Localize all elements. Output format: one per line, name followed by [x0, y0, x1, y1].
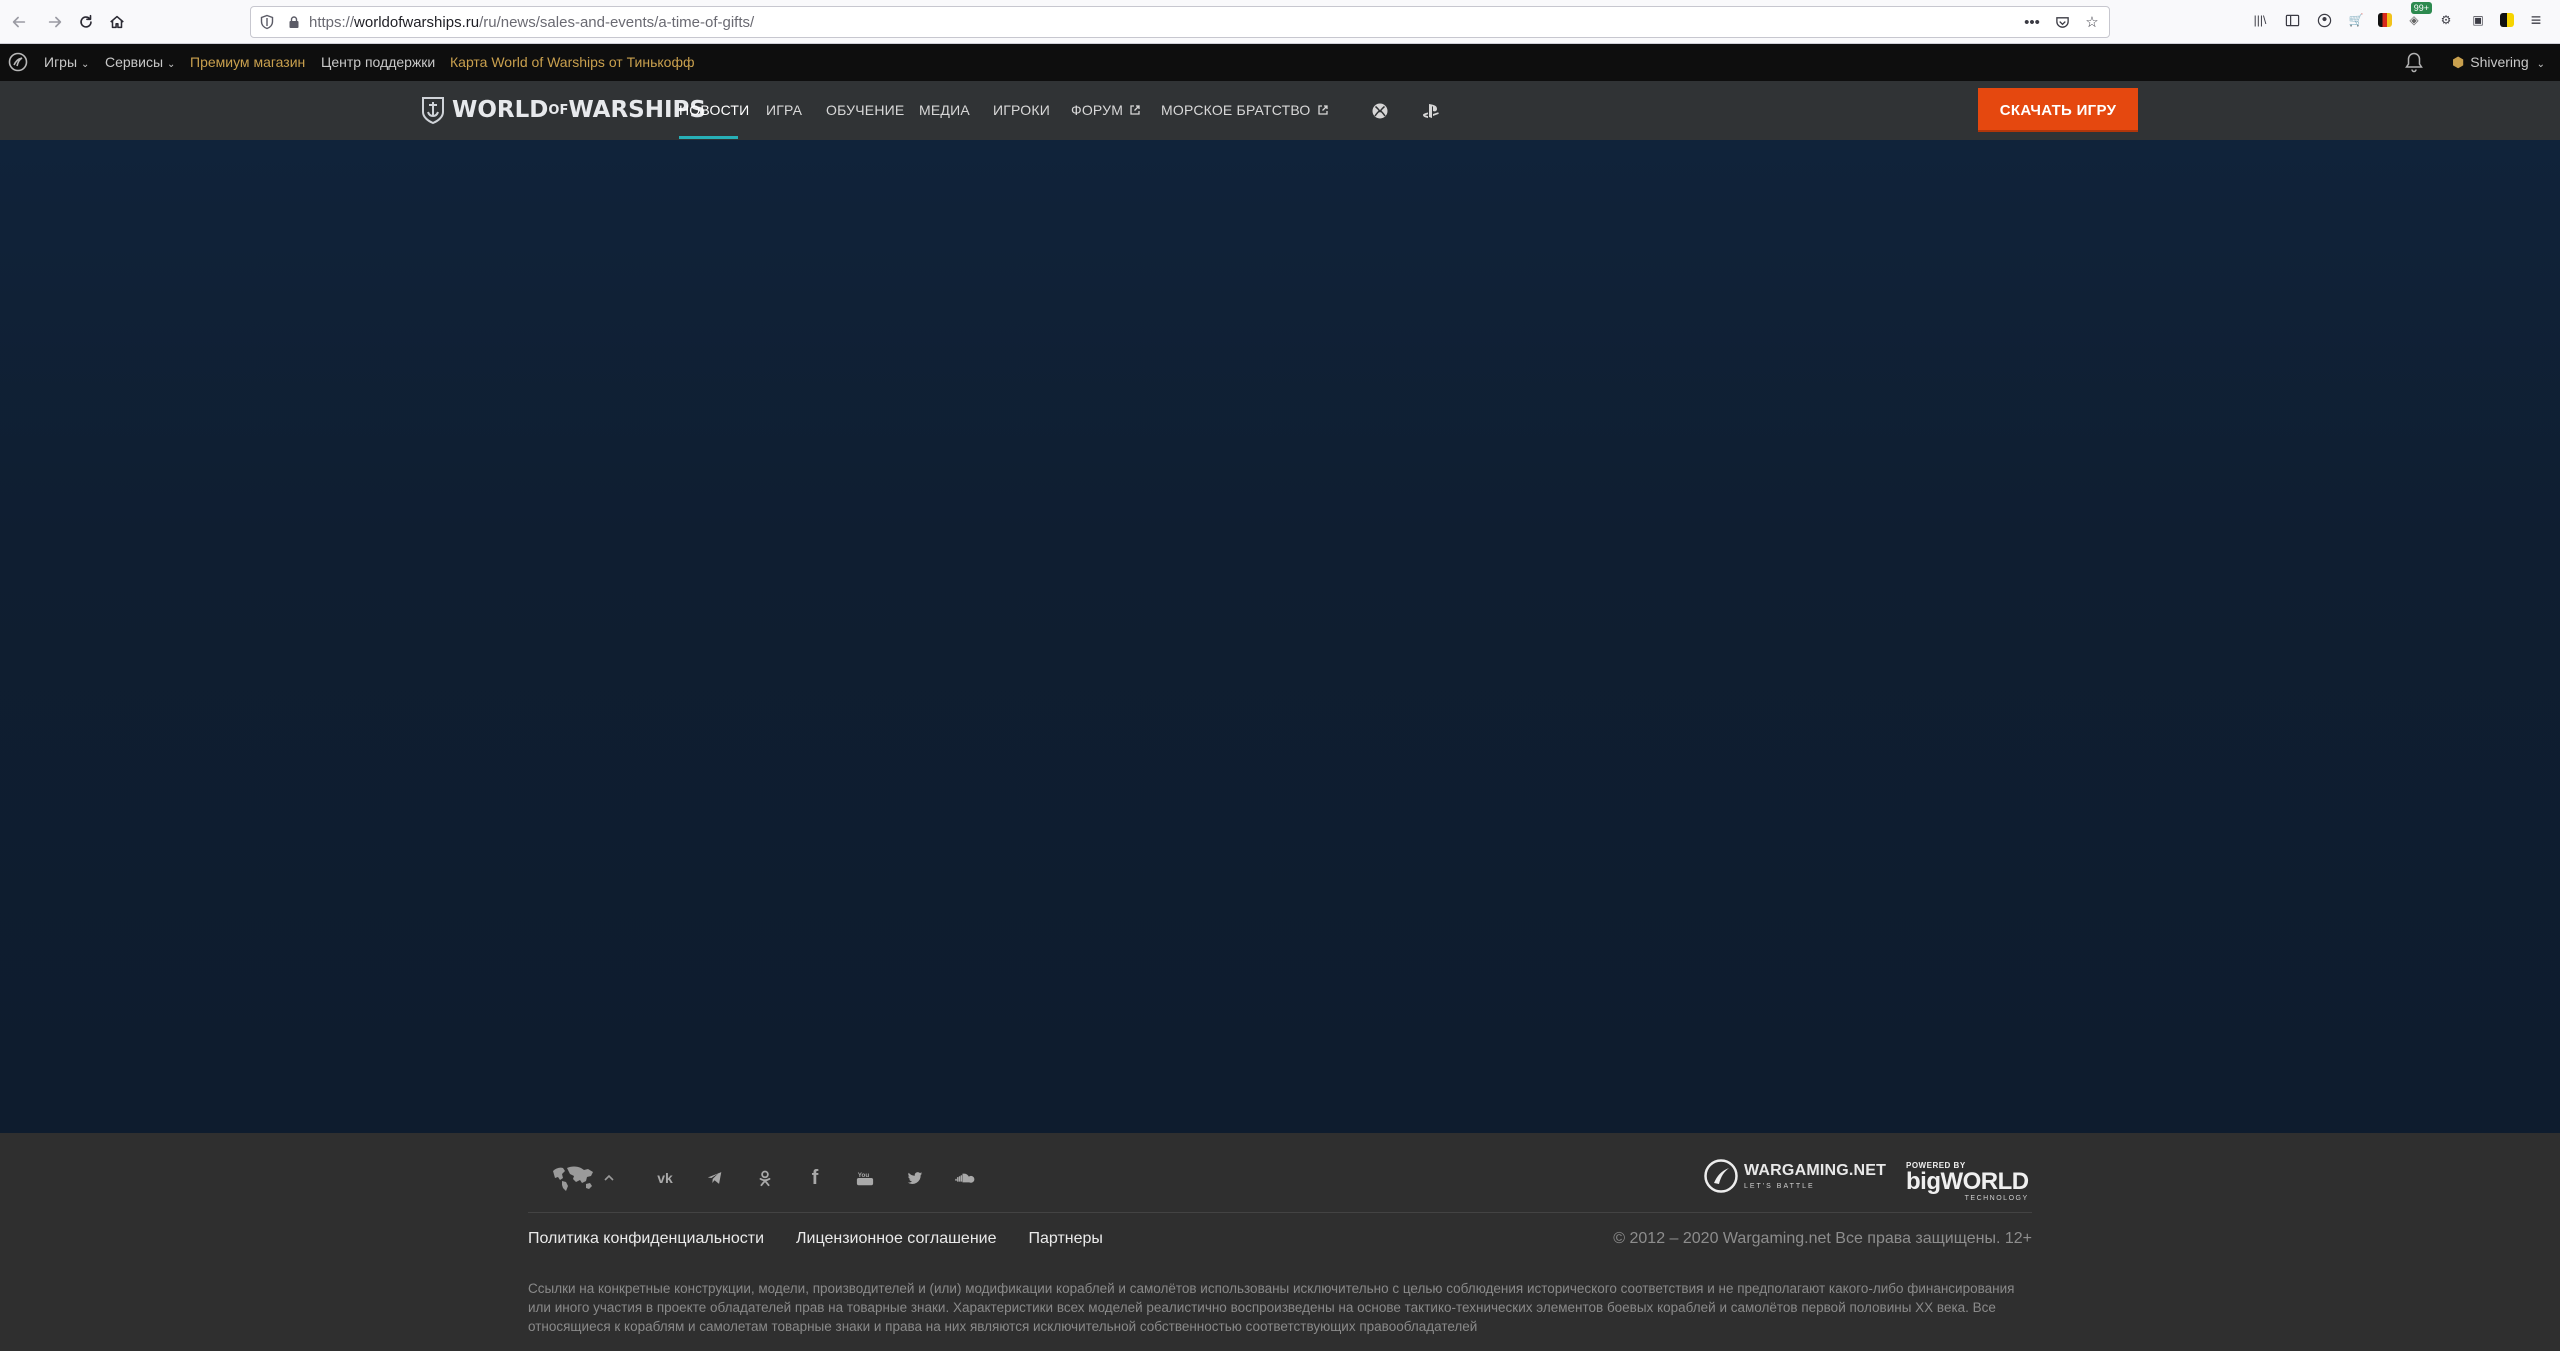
nav-media[interactable]: Медиа — [919, 102, 970, 118]
url-path: /ru/news/sales-and-events/a-time-of-gift… — [479, 14, 755, 31]
portal-bar: Игры ⌄ Сервисы ⌄ Премиум магазин Центр под… — [0, 44, 2560, 81]
flag-extension-icon[interactable] — [2378, 13, 2392, 27]
gold-coin-icon: ⬢ — [2452, 54, 2465, 70]
logo-word-of: OF — [548, 103, 569, 118]
chevron-down-icon: ⌄ — [2536, 59, 2545, 70]
external-link-icon — [1317, 105, 1328, 115]
lock-icon[interactable] — [287, 15, 301, 29]
extension-badge: 99+ — [2410, 2, 2432, 14]
gear-extension-icon[interactable]: ⚙ — [2436, 10, 2456, 30]
download-game-button[interactable]: СКАЧАТЬ ИГРУ — [1978, 88, 2138, 132]
forward-arrow-icon — [48, 16, 62, 28]
nav-forum-label: Форум — [1071, 102, 1124, 118]
user-menu[interactable]: ⬢ Shivering ⌄ — [2452, 54, 2545, 71]
reload-button[interactable] — [73, 9, 99, 35]
bigworld-brand-logo[interactable]: POWERED BY bigWORLD TECHNOLOGY — [1906, 1161, 2029, 1202]
facebook-icon[interactable]: f — [804, 1167, 826, 1189]
back-arrow-icon — [12, 16, 26, 28]
legal-disclaimer: Ссылки на конкретные конструкции, модели… — [528, 1281, 2015, 1334]
sidebar-icon[interactable] — [2282, 10, 2302, 30]
logo-wordmark: WORLDOFWARSHIPS — [452, 97, 706, 123]
xbox-icon[interactable] — [1370, 101, 1390, 121]
account-icon[interactable] — [2314, 10, 2334, 30]
portal-tinkoff-card-link[interactable]: Карта World of Warships от Тинькофф — [450, 54, 695, 70]
username: Shivering — [2470, 54, 2529, 70]
shield-extension-icon[interactable]: ◈ 99+ — [2404, 2, 2432, 30]
footer: vk f You WARGAMING.NET LET'S BATTLE POWER… — [0, 1133, 2560, 1351]
privacy-policy-link[interactable]: Политика конфиденциальности — [528, 1230, 764, 1248]
playstation-icon[interactable] — [1421, 101, 1441, 121]
chevron-down-icon: ⌄ — [81, 59, 90, 70]
monitor-extension-icon[interactable]: ▣ — [2468, 10, 2488, 30]
portal-premium-shop-link[interactable]: Премиум магазин — [190, 54, 305, 70]
forward-button[interactable] — [42, 9, 68, 35]
anchor-emblem-icon — [422, 97, 444, 125]
url-host: worldofwarships.ru — [354, 14, 480, 31]
nav-game[interactable]: Игра — [766, 102, 802, 118]
external-link-icon — [1130, 105, 1140, 115]
nav-news[interactable]: Новости — [679, 102, 749, 118]
telegram-icon[interactable] — [704, 1167, 726, 1189]
library-icon[interactable]: |||\ — [2250, 10, 2270, 30]
url-scheme: https:// — [309, 14, 355, 31]
portal-games-label: Игры — [44, 54, 78, 70]
home-icon — [110, 15, 124, 29]
copyright-text: © 2012 – 2020 Wargaming.net Все права за… — [1613, 1230, 2032, 1247]
tracking-shield-icon[interactable] — [259, 14, 275, 30]
color-extension-icon[interactable] — [2500, 13, 2514, 27]
vk-icon[interactable]: vk — [654, 1167, 676, 1189]
soundcloud-icon[interactable] — [954, 1167, 976, 1189]
odnoklassniki-icon[interactable] — [754, 1167, 776, 1189]
cart-extension-icon[interactable]: 🛒 — [2346, 10, 2366, 30]
footer-divider — [528, 1212, 2032, 1213]
menu-hamburger-icon[interactable]: ≡ — [2526, 10, 2546, 30]
twitter-icon[interactable] — [904, 1167, 926, 1189]
portal-support-link[interactable]: Центр поддержки — [321, 54, 435, 70]
nav-naval-brotherhood-label: Морское братство — [1161, 102, 1311, 118]
home-button[interactable] — [104, 9, 130, 35]
footer-social-row: vk f You — [550, 1163, 1004, 1193]
wargaming-brand-logo[interactable]: WARGAMING.NET LET'S BATTLE — [1704, 1159, 1886, 1193]
chevron-up-icon[interactable] — [602, 1171, 616, 1185]
notifications-bell-icon[interactable] — [2404, 51, 2424, 73]
back-button[interactable] — [6, 9, 32, 35]
wargaming-name: WARGAMING.NET — [1744, 1162, 1887, 1179]
license-agreement-link[interactable]: Лицензионное соглашение — [796, 1230, 996, 1248]
partners-link[interactable]: Партнеры — [1029, 1230, 1103, 1248]
wargaming-logo-icon[interactable] — [8, 52, 28, 72]
nav-forum[interactable]: Форум — [1071, 102, 1141, 118]
reload-icon — [80, 14, 92, 28]
logo-word-world: WORLD — [452, 97, 549, 123]
pocket-icon[interactable] — [2053, 13, 2071, 31]
site-navigation: WORLDOFWARSHIPS Новости Игра Обучение Ме… — [0, 81, 2560, 140]
address-bar[interactable]: https://worldofwarships.ru/ru/news/sales… — [250, 6, 2110, 38]
main-content-area — [0, 140, 2560, 1133]
nav-naval-brotherhood[interactable]: Морское братство — [1161, 102, 1329, 118]
portal-services-menu[interactable]: Сервисы ⌄ — [105, 54, 175, 70]
nav-players[interactable]: Игроки — [993, 102, 1050, 118]
youtube-icon[interactable]: You — [854, 1167, 876, 1189]
url-text[interactable]: https://worldofwarships.ru/ru/news/sales… — [309, 14, 754, 31]
nav-learning[interactable]: Обучение — [826, 102, 904, 118]
bigworld-name: bigWORLD — [1906, 1168, 2029, 1195]
wargaming-circle-icon — [1704, 1159, 1738, 1193]
footer-links: Политика конфиденциальности Лицензионное… — [528, 1230, 1103, 1248]
world-map-region-icon[interactable] — [550, 1163, 596, 1193]
bookmark-star-icon[interactable]: ☆ — [2083, 13, 2101, 31]
wargaming-tagline: LET'S BATTLE — [1744, 1183, 1815, 1190]
page-actions-icon[interactable]: ••• — [2023, 13, 2041, 31]
chevron-down-icon: ⌄ — [167, 59, 176, 70]
active-tab-indicator — [679, 136, 738, 139]
portal-services-label: Сервисы — [105, 54, 164, 70]
world-of-warships-logo[interactable]: WORLDOFWARSHIPS — [420, 93, 706, 127]
browser-toolbar: https://worldofwarships.ru/ru/news/sales… — [0, 0, 2560, 44]
portal-games-menu[interactable]: Игры ⌄ — [44, 54, 89, 70]
bigworld-technology: TECHNOLOGY — [1964, 1195, 2029, 1202]
